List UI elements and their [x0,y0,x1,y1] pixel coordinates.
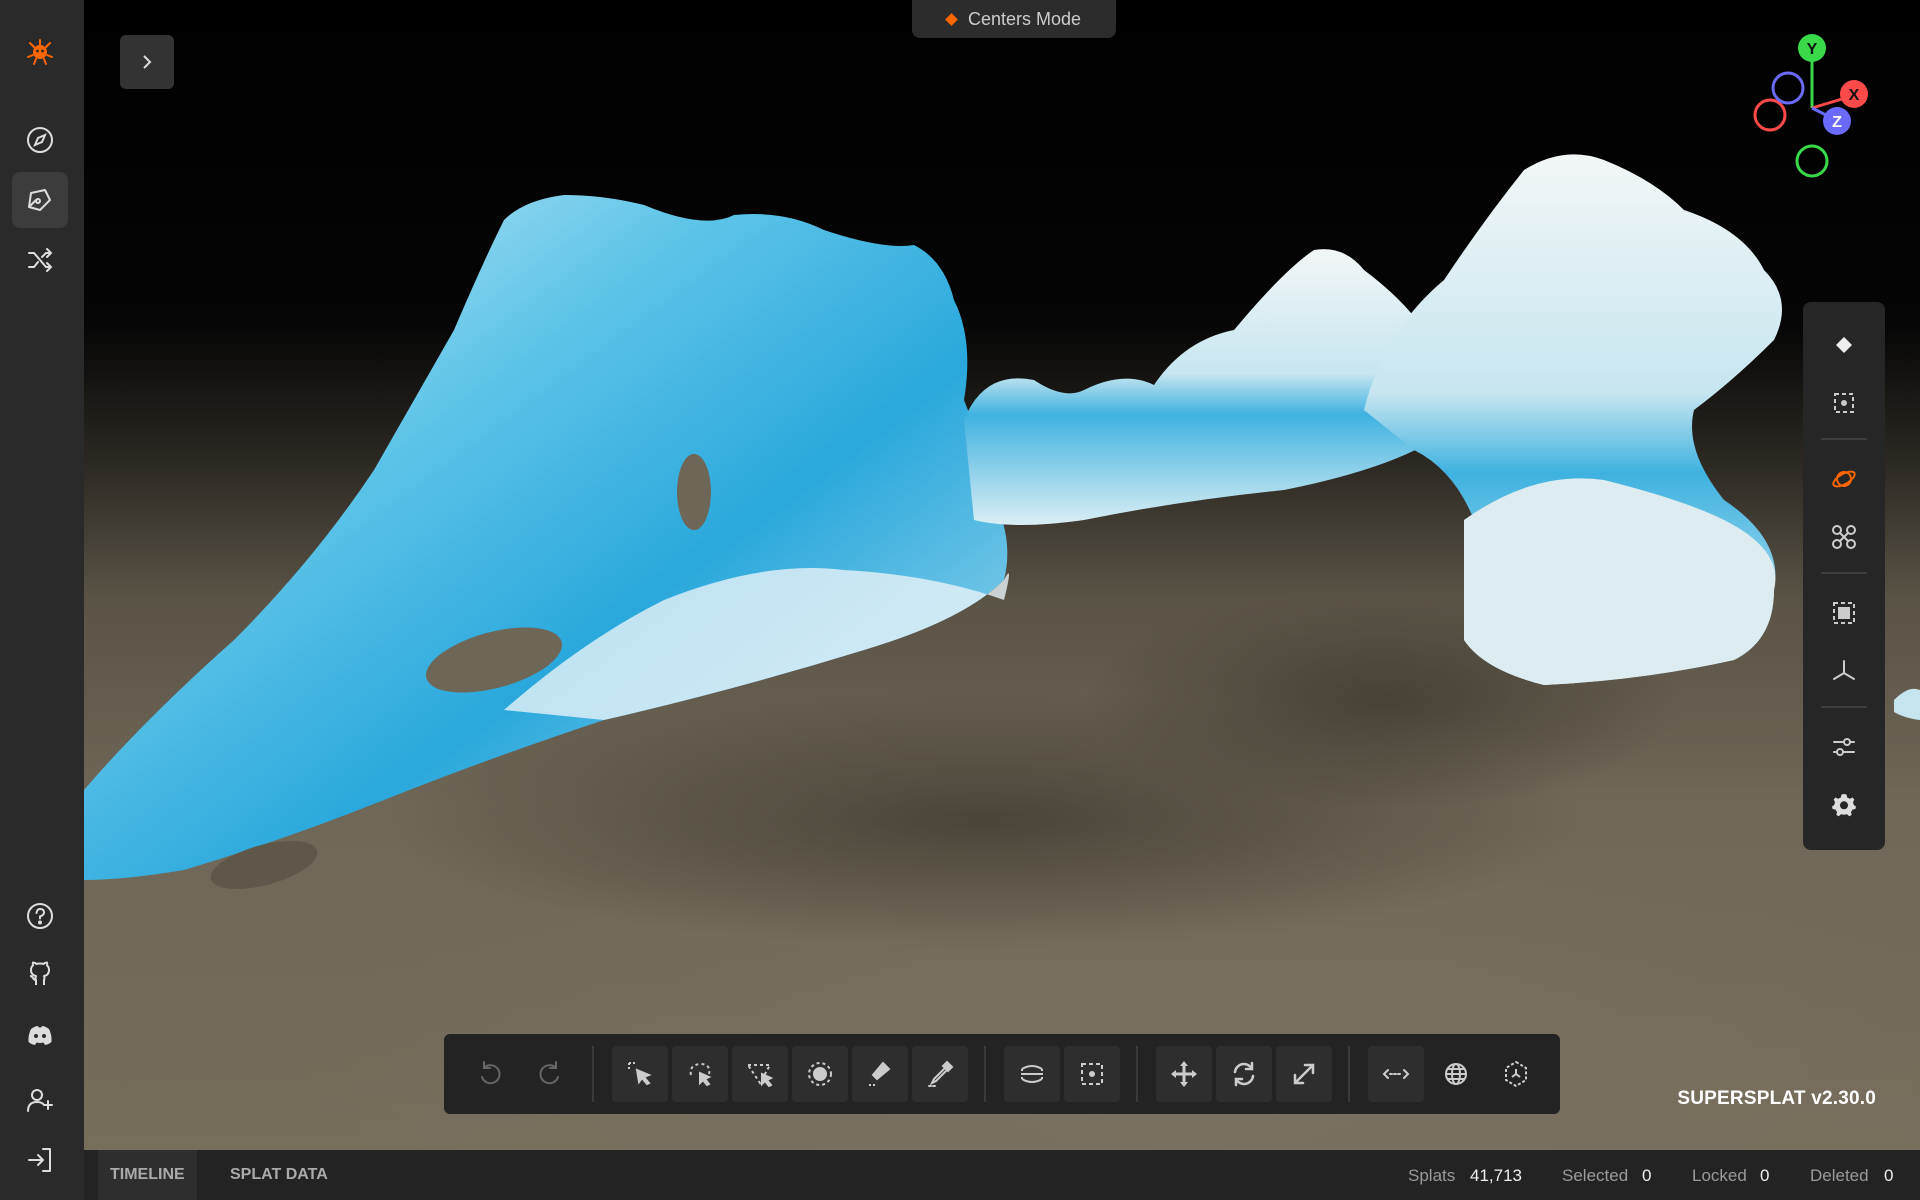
iceberg-splat-scene [84,154,1920,950]
axis-gizmo[interactable]: Y X Z [1740,30,1880,180]
chevron-right-icon [143,55,152,69]
toolbar-divider [1348,1046,1350,1102]
rings-mode-icon[interactable] [1817,378,1871,428]
neg-z-handle[interactable] [1771,71,1805,105]
selected-label: Selected [1562,1166,1629,1185]
tab-timeline[interactable]: TIMELINE [98,1150,197,1200]
toolbar-divider [1821,572,1867,574]
locked-count: 0 [1760,1166,1770,1185]
toolbar-divider [1821,438,1867,440]
splats-count: 41,713 [1470,1166,1522,1185]
log-in-icon[interactable] [12,1132,68,1188]
discord-icon[interactable] [12,1008,68,1064]
user-plus-icon[interactable] [12,1072,68,1128]
fly-camera-icon[interactable] [1817,512,1871,562]
sphere-select-icon[interactable] [1004,1046,1060,1102]
expand-panel-button[interactable] [120,35,174,89]
move-icon[interactable] [1156,1046,1212,1102]
lasso-select-icon[interactable] [672,1046,728,1102]
neg-x-handle[interactable] [1753,98,1787,132]
pen-tool-icon[interactable] [12,172,68,228]
toolbar-divider [592,1046,594,1102]
orbit-camera-icon[interactable] [1817,454,1871,504]
y-axis-label: Y [1807,41,1818,58]
redo-icon[interactable] [522,1046,578,1102]
undo-icon[interactable] [462,1046,518,1102]
toolbar-divider [984,1046,986,1102]
eyedropper-select-icon[interactable] [912,1046,968,1102]
pivot-icon[interactable] [1488,1046,1544,1102]
deleted-label: Deleted [1810,1166,1869,1185]
view-toolbar [1803,302,1885,850]
neg-y-handle[interactable] [1795,144,1829,178]
view-options-icon[interactable] [1817,722,1871,772]
brush-select-icon[interactable] [792,1046,848,1102]
rotate-icon[interactable] [1216,1046,1272,1102]
status-bar: TIMELINE SPLAT DATA Splats 41,713 Select… [84,1150,1920,1200]
selected-count: 0 [1642,1166,1652,1185]
deleted-count: 0 [1884,1166,1894,1185]
3d-viewport[interactable]: Centers Mode Y X Z SUPERSPLAT v2.30.0 [84,0,1920,1150]
github-icon[interactable] [12,946,68,1002]
mode-label: Centers Mode [967,8,1082,29]
splats-label: Splats [1408,1166,1456,1185]
scale-icon[interactable] [1276,1046,1332,1102]
centers-mode-icon[interactable] [1817,320,1871,370]
measure-icon[interactable] [1368,1046,1424,1102]
version-label: SUPERSPLAT v2.30.0 [1677,1088,1876,1109]
world-space-icon[interactable] [1428,1046,1484,1102]
tab-splat-data[interactable]: SPLAT DATA [218,1150,340,1200]
edit-toolbar [444,1034,1560,1114]
compass-icon[interactable] [12,112,68,168]
supersplat-logo-icon[interactable] [12,24,68,80]
toolbar-divider [1136,1046,1138,1102]
box-select-icon[interactable] [1064,1046,1120,1102]
polygon-select-icon[interactable] [732,1046,788,1102]
picker-select-icon[interactable] [612,1046,668,1102]
x-axis-label: X [1849,87,1860,104]
z-axis-label: Z [1832,114,1842,131]
settings-icon[interactable] [1817,780,1871,830]
help-circle-icon[interactable] [12,888,68,944]
frame-selection-icon[interactable] [1817,588,1871,638]
mode-indicator: Centers Mode [912,0,1116,38]
locked-label: Locked [1692,1166,1747,1185]
left-sidebar [0,0,85,1200]
shuffle-icon[interactable] [12,232,68,288]
flood-select-icon[interactable] [852,1046,908,1102]
reset-camera-icon[interactable] [1817,646,1871,696]
diamond-icon [945,12,958,26]
toolbar-divider [1821,706,1867,708]
